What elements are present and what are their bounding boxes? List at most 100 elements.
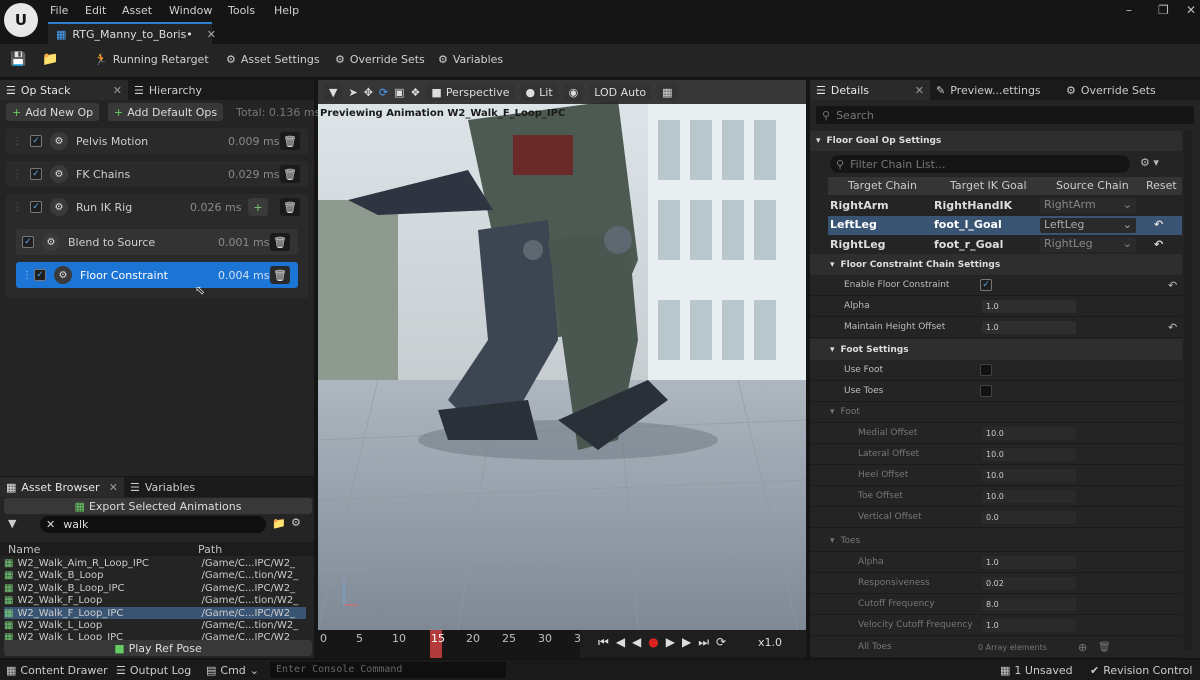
filter-chain-input[interactable]: ⚲ Filter Chain List... — [830, 155, 1130, 173]
play-icon[interactable]: ▶ — [666, 635, 675, 650]
drag-handle-icon[interactable]: ⋮ — [12, 202, 22, 213]
vertical-offset-field[interactable]: 0.0 — [982, 510, 1076, 524]
tab-details[interactable]: ☰ Details ✕ — [810, 80, 930, 100]
close-tab-icon[interactable]: ✕ — [207, 28, 216, 41]
section-toes[interactable]: ▾ Toes — [810, 531, 1182, 552]
viewport-layout-button[interactable]: ▦ — [657, 83, 678, 101]
source-chain-dropdown[interactable]: RightLeg ⌄ — [1040, 237, 1136, 252]
asset-row-selected[interactable]: ▦ W2_Walk_F_Loop_IPC/Game/C...IPC/W2_ — [4, 607, 306, 619]
tab-preview-settings[interactable]: ✎ Preview...ettings — [930, 80, 1060, 100]
filter-icon[interactable]: ▼ — [8, 517, 16, 530]
heel-offset-field[interactable]: 10.0 — [982, 468, 1076, 482]
clear-search-icon[interactable]: ✕ — [46, 518, 55, 531]
reset-arrow-icon[interactable]: ↶ — [1154, 218, 1163, 231]
add-element-icon[interactable]: ⊕ — [1078, 641, 1087, 654]
viewport-options-button[interactable]: ▼ — [324, 83, 343, 101]
lateral-offset-field[interactable]: 10.0 — [982, 447, 1076, 461]
asset-row[interactable]: ▦ W2_Walk_F_Loop/Game/C...tion/W2_ — [4, 594, 306, 606]
close-icon[interactable]: ✕ — [915, 84, 924, 97]
op-enable-checkbox[interactable]: ✓ — [30, 168, 42, 180]
gear-icon[interactable]: ⚙ ▾ — [1140, 156, 1159, 169]
snap-icon[interactable]: ❖ — [411, 86, 421, 99]
menu-file[interactable]: File — [50, 4, 68, 17]
content-drawer-button[interactable]: ▦ Content Drawer — [6, 664, 108, 677]
menu-edit[interactable]: Edit — [85, 4, 106, 17]
trash-icon[interactable]: 🗑 — [1098, 642, 1111, 653]
alpha-field[interactable]: 1.0 — [982, 299, 1076, 313]
move-tool-icon[interactable]: ✥ — [364, 86, 373, 99]
trash-icon[interactable]: 🗑 — [280, 132, 300, 150]
select-tool-icon[interactable]: ➤ — [348, 86, 357, 99]
console-input[interactable]: Enter Console Command — [270, 662, 506, 678]
add-default-ops-button[interactable]: + Add Default Ops — [108, 103, 224, 121]
asset-row[interactable]: ▦ W2_Walk_B_Loop/Game/C...tion/W2_ — [4, 569, 306, 581]
toe-offset-field[interactable]: 10.0 — [982, 489, 1076, 503]
add-child-op-icon[interactable]: + — [248, 198, 268, 216]
menu-asset[interactable]: Asset — [122, 4, 152, 17]
section-floor-goal-op-settings[interactable]: ▾ Floor Goal Op Settings — [810, 131, 1182, 151]
tab-op-stack[interactable]: ☰ Op Stack ✕ — [0, 80, 128, 100]
close-window-icon[interactable]: ✕ — [1186, 3, 1196, 17]
variables-button[interactable]: ⚙ Variables — [438, 53, 503, 66]
cmd-dropdown[interactable]: ▤ Cmd ⌄ — [206, 664, 259, 677]
output-log-button[interactable]: ☰ Output Log — [116, 664, 191, 677]
velocity-cutoff-frequency-field[interactable]: 1.0 — [982, 618, 1076, 632]
play-reverse-icon[interactable]: ◀ — [632, 635, 641, 650]
unsaved-button[interactable]: ▦ 1 Unsaved — [1000, 664, 1073, 677]
drag-handle-icon[interactable]: ⋮ — [22, 270, 32, 281]
play-ref-pose-button[interactable]: ■ Play Ref Pose — [4, 640, 312, 656]
timeline[interactable]: 0 5 10 15 20 25 30 3 ⏮ ◀ ◀ ● ▶ ▶ ⏭ ⟳ x1.… — [318, 630, 806, 658]
close-icon[interactable]: ✕ — [113, 84, 122, 97]
document-tab[interactable]: ▦ RTG_Manny_to_Boris• ✕ — [48, 22, 216, 44]
trash-icon[interactable]: 🗑 — [280, 198, 300, 216]
maintain-height-offset-field[interactable]: 1.0 — [982, 320, 1076, 334]
record-icon[interactable]: ● — [648, 635, 658, 650]
op-enable-checkbox[interactable]: ✓ — [34, 269, 46, 281]
use-toes-checkbox[interactable] — [980, 385, 992, 397]
search-input[interactable]: ✕ walk — [40, 516, 266, 533]
add-new-op-button[interactable]: + Add New Op — [6, 103, 100, 121]
op-row-fk-chains[interactable]: ⋮ ✓ ⚙ FK Chains 0.029 ms 🗑 — [6, 161, 308, 187]
section-floor-constraint-chain-settings[interactable]: ▾ Floor Constraint Chain Settings — [810, 254, 1182, 275]
op-enable-checkbox[interactable]: ✓ — [30, 135, 42, 147]
op-enable-checkbox[interactable]: ✓ — [30, 201, 42, 213]
tab-override-sets[interactable]: ⚙ Override Sets — [1060, 80, 1162, 100]
drag-handle-icon[interactable]: ⋮ — [12, 169, 22, 180]
export-selected-animations-button[interactable]: ▦ Export Selected Animations — [4, 498, 312, 514]
responsiveness-field[interactable]: 0.02 — [982, 576, 1076, 590]
minimize-icon[interactable]: – — [1126, 3, 1132, 17]
browse-icon[interactable]: 📁 — [42, 52, 58, 67]
section-foot[interactable]: ▾ Foot — [810, 402, 1182, 423]
asset-row[interactable]: ▦ W2_Walk_Aim_R_Loop_IPC/Game/C...IPC/W2_ — [4, 557, 306, 569]
running-retarget-button[interactable]: 🏃 Running Retarget — [94, 53, 209, 66]
skip-start-icon[interactable]: ⏮ — [598, 635, 609, 650]
settings-gear-icon[interactable]: ⚙ — [291, 516, 301, 529]
use-foot-checkbox[interactable] — [980, 364, 992, 376]
source-chain-dropdown[interactable]: RightArm ⌄ — [1040, 198, 1136, 213]
playback-speed[interactable]: x1.0 — [758, 636, 782, 649]
perspective-button[interactable]: ■ Perspective — [426, 83, 515, 101]
op-row-floor-constraint[interactable]: ⋮ ✓ ⚙ Floor Constraint 0.004 ms 🗑 — [16, 262, 298, 288]
tab-asset-browser[interactable]: ▦ Asset Browser ✕ — [0, 477, 124, 497]
reset-arrow-icon[interactable]: ↶ — [1168, 321, 1177, 334]
chain-row[interactable]: RightArm RightHandIK RightArm ⌄ — [828, 197, 1182, 215]
chain-row-selected[interactable]: LeftLeg foot_l_Goal LeftLeg ⌄ ↶ — [828, 216, 1182, 235]
lod-button[interactable]: LOD Auto — [589, 83, 652, 101]
unreal-logo-icon[interactable]: U — [4, 3, 38, 37]
maximize-icon[interactable]: ❐ — [1158, 3, 1169, 17]
drag-handle-icon[interactable]: ⋮ — [12, 136, 22, 147]
asset-row[interactable]: ▦ W2_Walk_L_Loop/Game/C...tion/W2_ — [4, 619, 306, 631]
override-sets-button[interactable]: ⚙ Override Sets — [335, 53, 425, 66]
medial-offset-field[interactable]: 10.0 — [982, 426, 1076, 440]
trash-icon[interactable]: 🗑 — [280, 165, 300, 183]
step-back-icon[interactable]: ◀ — [616, 635, 625, 650]
toe-alpha-field[interactable]: 1.0 — [982, 555, 1076, 569]
op-row-blend-to-source[interactable]: ✓ ⚙ Blend to Source 0.001 ms 🗑 — [16, 229, 298, 255]
tab-variables[interactable]: ☰ Variables — [124, 477, 201, 497]
scale-tool-icon[interactable]: ▣ — [394, 86, 404, 99]
details-search-input[interactable]: ⚲ Search — [816, 106, 1194, 124]
close-icon[interactable]: ✕ — [109, 481, 118, 494]
trash-icon[interactable]: 🗑 — [270, 266, 290, 284]
show-button[interactable]: ◉ — [563, 83, 584, 101]
column-path[interactable]: Path — [198, 543, 222, 556]
